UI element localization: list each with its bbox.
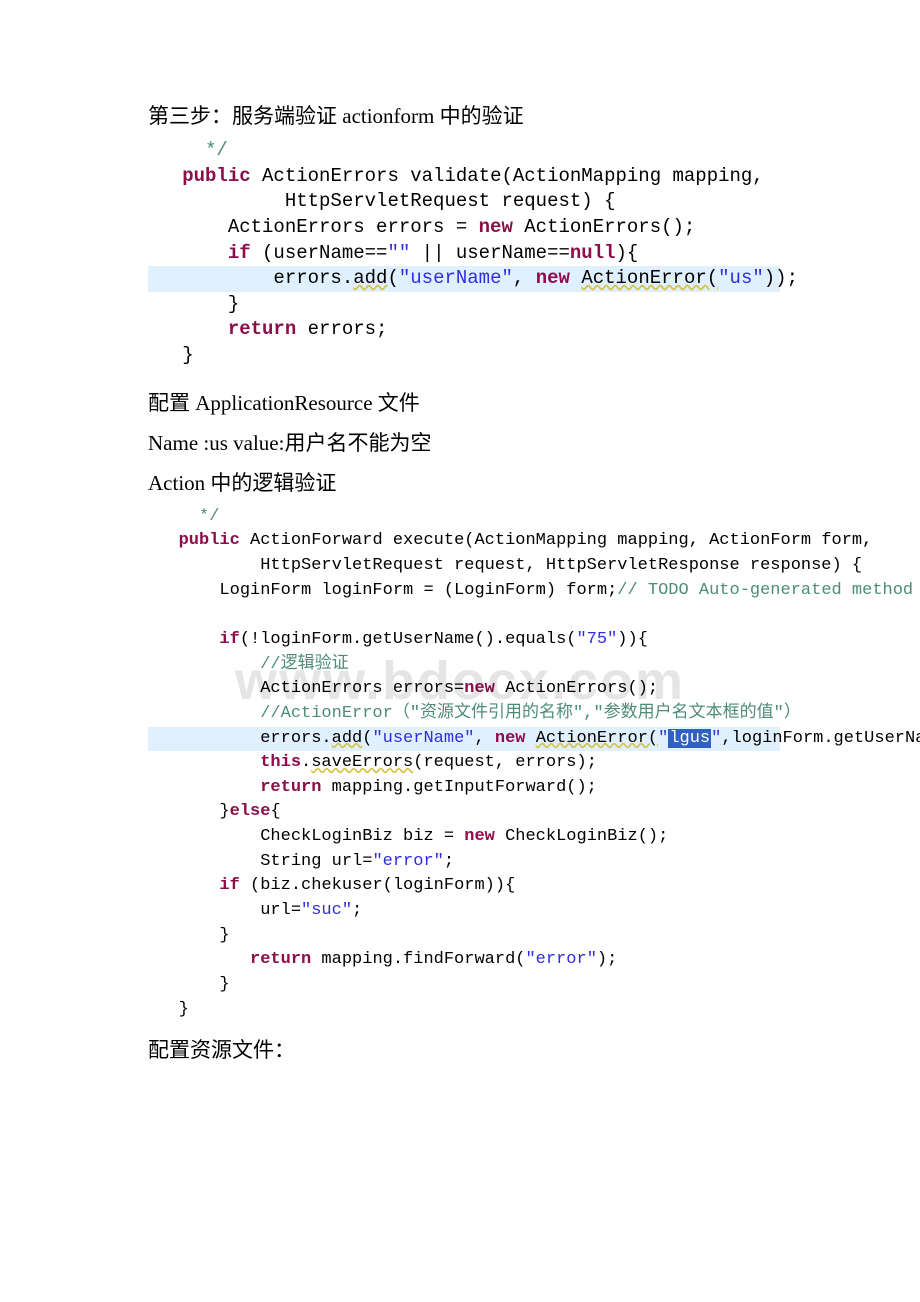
code-block-validate: */ public ActionErrors validate(ActionMa…	[148, 138, 780, 369]
code-str: "suc"	[301, 901, 352, 920]
code-text: (userName==	[251, 242, 388, 264]
code-text: ;	[352, 901, 362, 920]
code-text: );	[597, 950, 617, 969]
code-text: ;	[444, 852, 454, 871]
code-text: url=	[148, 901, 301, 920]
code-kw: new	[464, 679, 495, 698]
code-text: ){	[616, 242, 639, 264]
code-block-execute: */ public ActionForward execute(ActionMa…	[148, 505, 780, 1022]
code-text: }	[148, 975, 230, 994]
code-warn: ActionError(	[581, 267, 718, 289]
code-text: (	[362, 729, 372, 748]
code-text: ,	[474, 729, 494, 748]
code-text: mapping.findForward(	[311, 950, 525, 969]
code-str: ""	[387, 242, 410, 264]
code-warn: add	[332, 729, 363, 748]
code-str: "75"	[576, 630, 617, 649]
code-text: }	[148, 293, 239, 315]
code-text: {	[270, 802, 280, 821]
code-text: String url=	[148, 852, 372, 871]
para-action-logic: Action 中的逻辑验证	[148, 467, 780, 497]
code-text: ,loginForm.getUserName()))	[721, 729, 920, 748]
code-str: "	[658, 729, 668, 748]
heading-step3: 第三步：服务端验证 actionform 中的验证	[148, 100, 780, 130]
text-en: Name :us value:	[148, 431, 284, 455]
code-text: errors;	[296, 318, 387, 340]
code-kw: return	[148, 318, 296, 340]
text-en: Action	[148, 471, 205, 495]
code-kw: return	[148, 950, 311, 969]
code-text: CheckLoginBiz biz =	[148, 827, 464, 846]
code-text	[570, 267, 581, 289]
code-kw: return	[148, 778, 321, 797]
code-text: ActionErrors();	[495, 679, 658, 698]
code-str: "us"	[718, 267, 764, 289]
code-str: "error"	[525, 950, 596, 969]
code-selection: lgus	[668, 729, 711, 748]
code-kw: new	[495, 729, 526, 748]
code-str: "error"	[372, 852, 443, 871]
code-kw: if	[148, 630, 240, 649]
code-kw: public	[148, 531, 240, 550]
code-cmt: //逻辑验证	[148, 655, 349, 674]
code-cmt: // TODO Auto-generated method stub	[617, 581, 920, 600]
para-appresource: 配置 ApplicationResource 文件	[148, 387, 780, 417]
code-kw: if	[148, 242, 251, 264]
code-str: "	[711, 729, 721, 748]
code-text: (	[387, 267, 398, 289]
code-warn: ActionError(	[536, 729, 658, 748]
code-text: || userName==	[410, 242, 570, 264]
code-text: HttpServletRequest request) {	[148, 190, 615, 212]
code-kw: public	[148, 165, 251, 187]
code-text: )){	[617, 630, 648, 649]
code-str: "userName"	[372, 729, 474, 748]
code-text: (!loginForm.getUserName().equals(	[240, 630, 577, 649]
code-text: */	[148, 139, 228, 161]
code-text: ActionErrors();	[513, 216, 695, 238]
code-text: errors.	[148, 267, 353, 289]
code-text: HttpServletRequest request, HttpServletR…	[148, 556, 862, 575]
code-text: LoginForm loginForm = (LoginForm) form;	[148, 581, 617, 600]
code-warn: add	[353, 267, 387, 289]
code-text: ));	[764, 267, 798, 289]
para-config-resource: 配置资源文件：	[148, 1034, 780, 1064]
code-str: "userName"	[399, 267, 513, 289]
code-text: ,	[513, 267, 536, 289]
code-text: }	[148, 1000, 189, 1019]
code-kw: if	[148, 876, 240, 895]
code-kw: else	[230, 802, 271, 821]
code-text: }	[148, 344, 194, 366]
code-cmt: //ActionError（"资源文件引用的名称","参数用户名文本框的值"）	[148, 704, 801, 723]
code-text: ActionErrors errors=	[148, 679, 464, 698]
code-text	[526, 729, 536, 748]
code-text: (biz.chekuser(loginForm)){	[240, 876, 515, 895]
code-kw: new	[464, 827, 495, 846]
code-kw: null	[570, 242, 616, 264]
code-text: mapping.getInputForward();	[321, 778, 596, 797]
text-cn: 中的逻辑验证	[205, 471, 336, 495]
para-name-us: Name :us value:用户名不能为空	[148, 427, 780, 457]
code-text: }	[148, 926, 230, 945]
code-text: errors.	[148, 729, 332, 748]
code-text: */	[148, 507, 219, 526]
text-cn: 用户名不能为空	[284, 431, 431, 455]
code-text: ActionForward execute(ActionMapping mapp…	[240, 531, 873, 550]
code-text: (request, errors);	[413, 753, 597, 772]
code-text: .	[301, 753, 311, 772]
code-warn: saveErrors	[311, 753, 413, 772]
code-text: ActionErrors errors =	[148, 216, 479, 238]
code-kw: new	[479, 216, 513, 238]
code-text: ActionErrors validate(ActionMapping mapp…	[251, 165, 764, 187]
code-kw: new	[536, 267, 570, 289]
code-text: CheckLoginBiz();	[495, 827, 668, 846]
code-kw: this	[148, 753, 301, 772]
code-text: }	[148, 802, 230, 821]
